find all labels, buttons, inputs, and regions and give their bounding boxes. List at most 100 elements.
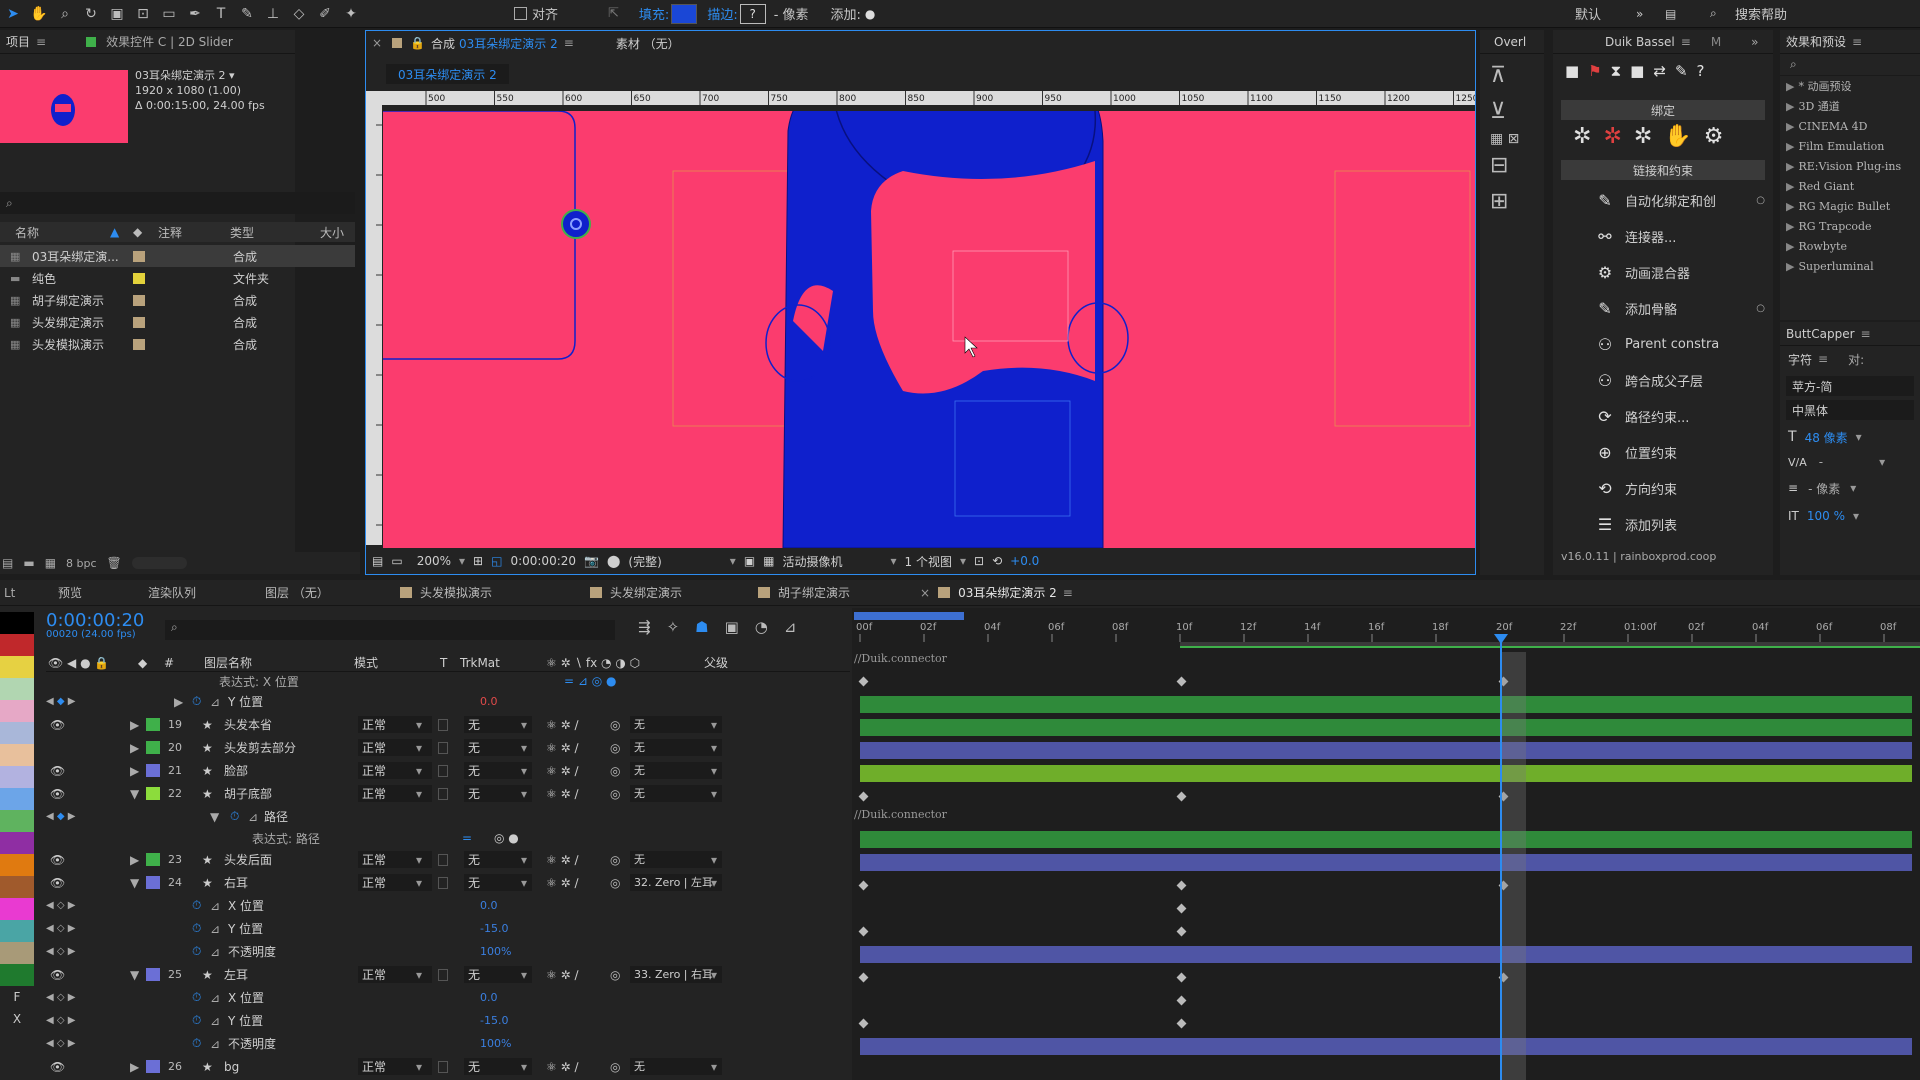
lock-icon[interactable]: 🔒: [410, 36, 425, 50]
label-color-strip[interactable]: [0, 898, 34, 920]
duik-button-9[interactable]: ☰ 添加列表: [1553, 506, 1773, 542]
parent-dropdown[interactable]: 无: [630, 785, 722, 802]
overlay-title[interactable]: Overl: [1480, 30, 1544, 54]
duik-link-icon[interactable]: ⚙: [1704, 124, 1724, 149]
buttcapper-tab[interactable]: ButtCapper: [1786, 327, 1855, 341]
layer-label-swatch[interactable]: [146, 741, 160, 754]
layer-duration-bar[interactable]: [860, 742, 1912, 759]
duik-button-4[interactable]: ⚇ Parent constra: [1553, 326, 1773, 362]
property-row[interactable]: ◀ ◇ ▶ ⏱ ⊿ X 位置 0.0: [34, 986, 850, 1009]
roto-brush-tool-icon[interactable]: ✐: [314, 3, 336, 25]
reset-exposure-icon[interactable]: ⟲: [992, 554, 1002, 568]
label-color-strip[interactable]: [0, 964, 34, 986]
keyframe[interactable]: [1176, 676, 1187, 687]
layer-row[interactable]: 👁 ▶ 23 ★ 头发后面 正常 ▾ 无 ▾ ⚛ ✲ ∕ ◎ 无 ▾: [34, 848, 850, 871]
views-dropdown[interactable]: 1 个视图: [905, 553, 952, 570]
label-color-strip[interactable]: [0, 678, 34, 700]
effects-category[interactable]: ▶ RE:Vision Plug-ins: [1780, 156, 1920, 176]
layer-row[interactable]: 👁 ▼ 22 ★ 胡子底部 正常 ▾ 无 ▾ ⚛ ✲ ∕ ◎ 无 ▾: [34, 782, 850, 805]
duik-tools-icon[interactable]: ✎: [1675, 62, 1688, 80]
expand-layer-icon[interactable]: ▼: [130, 968, 139, 982]
grid-icon[interactable]: ⊞: [473, 554, 483, 568]
stopwatch-icon[interactable]: ⏱: [192, 1013, 201, 1028]
layer-name[interactable]: 胡子底部: [224, 785, 272, 802]
kerning-value[interactable]: -: [1819, 455, 1823, 469]
duik-m-tab[interactable]: M: [1711, 35, 1721, 49]
keyframe-nav-icon[interactable]: ◀ ◇ ▶: [46, 923, 75, 934]
graph-icon[interactable]: ⊿: [210, 922, 220, 936]
duik-hand-icon[interactable]: ✋: [1664, 124, 1691, 149]
search-help-field[interactable]: 搜索帮助: [1735, 4, 1787, 23]
always-preview-icon[interactable]: ▤: [372, 554, 383, 568]
visibility-eye-icon[interactable]: 👁: [50, 876, 65, 890]
duik-button-6[interactable]: ⟳ 路径约束...: [1553, 398, 1773, 434]
layer-name[interactable]: 右耳: [224, 874, 248, 891]
label-swatch[interactable]: [133, 294, 145, 306]
label-color-strip[interactable]: [0, 634, 34, 656]
duik-button-2[interactable]: ⚙ 动画混合器: [1553, 254, 1773, 290]
property-row[interactable]: ◀ ◇ ▶ ⏱ ⊿ X 位置 0.0: [34, 894, 850, 917]
visibility-eye-icon[interactable]: 👁: [50, 787, 65, 801]
duik-camera-icon[interactable]: ■: [1630, 62, 1644, 80]
visibility-eye-icon[interactable]: 👁: [50, 968, 65, 982]
label-color-strip[interactable]: [0, 876, 34, 898]
stopwatch-icon[interactable]: ⏱: [192, 694, 201, 709]
layer-name[interactable]: 头发本省: [224, 716, 272, 733]
clone-stamp-tool-icon[interactable]: ⊥: [262, 3, 284, 25]
layer-label-swatch[interactable]: [146, 764, 160, 777]
effects-presets-tab[interactable]: 效果和预设: [1786, 33, 1846, 50]
label-color-strip[interactable]: [0, 722, 34, 744]
rectangle-tool-icon[interactable]: ▭: [158, 3, 180, 25]
keyframe[interactable]: [1176, 972, 1187, 983]
camera-tool-icon[interactable]: ▣: [106, 3, 128, 25]
property-value[interactable]: 100%: [480, 945, 511, 958]
property-row[interactable]: ◀ ◇ ▶ ⏱ ⊿ 不透明度 100%: [34, 1032, 850, 1055]
draft-3d-icon[interactable]: ✧: [667, 618, 680, 636]
layer-label-swatch[interactable]: [146, 968, 160, 981]
timeline-tab-4[interactable]: 头发绑定演示: [590, 584, 682, 601]
layer-row[interactable]: 👁 ▼ 24 ★ 右耳 正常 ▾ 无 ▾ ⚛ ✲ ∕ ◎ 32. Zero | …: [34, 871, 850, 894]
snapshot-icon[interactable]: 📷: [584, 554, 599, 568]
property-row[interactable]: ◀ ◆ ▶ ▼ ⏱ ⊿ 路径: [34, 805, 850, 828]
duik-button-7[interactable]: ⊕ 位置约束: [1553, 434, 1773, 470]
comp-timecode[interactable]: 0:00:00:20: [510, 554, 576, 568]
effects-search-icon[interactable]: ⌕: [1780, 54, 1920, 76]
rotate-tool-icon[interactable]: ↻: [80, 3, 102, 25]
label-swatch[interactable]: [133, 250, 145, 262]
pickwhip-icon[interactable]: ◎: [610, 1060, 620, 1074]
layer-switches-icons[interactable]: ⚛ ✲ ∕: [546, 876, 578, 890]
pan-behind-tool-icon[interactable]: ⊡: [132, 3, 154, 25]
comp-canvas[interactable]: [383, 111, 1475, 548]
layer-name[interactable]: 头发剪去部分: [224, 739, 296, 756]
parent-dropdown[interactable]: 无: [630, 762, 722, 779]
label-color-strip[interactable]: [0, 744, 34, 766]
timeline-tab-0[interactable]: 预览: [58, 584, 82, 601]
parent-dropdown[interactable]: 无: [630, 739, 722, 756]
effects-category[interactable]: ▶ RG Trapcode: [1780, 216, 1920, 236]
parent-dropdown[interactable]: 无: [630, 851, 722, 868]
interpret-footage-icon[interactable]: ▤: [2, 556, 13, 570]
stroke-width-field[interactable]: - 像素: [774, 4, 809, 23]
layer-duration-bar[interactable]: [860, 719, 1912, 736]
keyframe[interactable]: [858, 1018, 869, 1029]
keyframe[interactable]: [858, 972, 869, 983]
layer-name-header[interactable]: 图层名称: [204, 654, 252, 671]
stopwatch-icon[interactable]: ⏱: [192, 1036, 201, 1051]
footage-tab[interactable]: 素材 （无）: [616, 35, 680, 52]
timeline-tab-3[interactable]: 头发模拟演示: [400, 584, 492, 601]
layer-label-swatch[interactable]: [146, 787, 160, 800]
keyframe[interactable]: [1176, 926, 1187, 937]
layer-name[interactable]: 头发后面: [224, 851, 272, 868]
expand-layer-icon[interactable]: ▶: [130, 853, 139, 867]
layer-row[interactable]: 👁 ▼ 25 ★ 左耳 正常 ▾ 无 ▾ ⚛ ✲ ∕ ◎ 33. Zero | …: [34, 963, 850, 986]
keyframe[interactable]: [1176, 791, 1187, 802]
bit-depth-button[interactable]: 8 bpc: [66, 557, 97, 570]
duik-button-0[interactable]: ✎ 自动化绑定和创 ○: [1553, 182, 1773, 218]
property-row[interactable]: ◀ ◆ ▶ ▶ ⏱ ⊿ Y 位置 0.0: [34, 690, 850, 713]
expand-layer-icon[interactable]: ▶: [130, 718, 139, 732]
layer-duration-bar[interactable]: [860, 854, 1912, 871]
strip-label-f[interactable]: F: [0, 986, 34, 1008]
pickwhip-icon[interactable]: ◎: [610, 718, 620, 732]
duik-bone-icon[interactable]: ✲: [1573, 124, 1591, 149]
graph-icon[interactable]: ⊿: [248, 810, 258, 824]
